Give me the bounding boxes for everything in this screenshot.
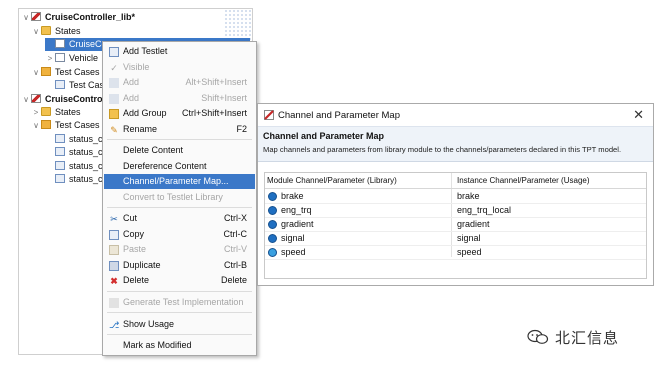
column-header-instance[interactable]: Instance Channel/Parameter (Usage) [457,173,590,189]
scissors-icon: ✂ [110,214,118,224]
collapse-arrow-icon[interactable]: ∨ [21,11,31,24]
duplicate-icon [109,261,119,271]
table-row[interactable]: eng_trq eng_trq_local [265,204,646,218]
delete-icon: ✖ [110,276,118,286]
menu-item-visible[interactable]: ✓ Visible [104,60,255,75]
menu-item-mark-as-modified[interactable]: Mark as Modified [104,338,255,353]
tree-node-test-case[interactable]: Test Cas [55,79,104,92]
test-file-icon [55,134,65,143]
testcase-icon [55,80,65,89]
column-header-module[interactable]: Module Channel/Parameter (Library) [267,173,397,189]
check-icon: ✓ [110,63,118,73]
tree-node-library-2[interactable]: ∨ CruiseControl [21,93,105,106]
usage-icon: ⎇ [109,320,120,330]
menu-item-cut[interactable]: ✂ Cut Ctrl-X [104,211,255,226]
header-divider [265,188,646,189]
menu-item-delete-content[interactable]: Delete Content [104,143,255,158]
tree-node-status-4[interactable]: status_cc [55,173,107,186]
add-icon [109,94,119,104]
menu-item-generate-test-implementation[interactable]: Generate Test Implementation [104,295,255,310]
add-testlet-icon [109,47,119,57]
mapping-table: Module Channel/Parameter (Library) Insta… [264,172,647,279]
model-icon [55,53,65,62]
tree-node-status-3[interactable]: status_cc [55,160,107,173]
generate-icon [109,298,119,308]
menu-item-channel-parameter-map[interactable]: Channel/Parameter Map... [104,174,255,189]
tree-node-status-2[interactable]: status_cc [55,146,107,159]
watermark-text: 北汇信息 [555,330,620,347]
model-icon [55,39,65,48]
dialog-title: Channel and Parameter Map [278,110,400,121]
expand-arrow-icon[interactable]: > [31,106,41,119]
menu-item-paste[interactable]: Paste Ctrl-V [104,242,255,257]
menu-item-add-testlet[interactable]: Add Testlet [104,44,255,59]
menu-item-convert-to-testlet-library[interactable]: Convert to Testlet Library [104,190,255,205]
wechat-icon [527,329,549,345]
test-file-icon [55,161,65,170]
paste-icon [109,245,119,255]
tree-node-states[interactable]: ∨ States [31,25,81,38]
table-row[interactable]: speed speed [265,246,646,260]
library-icon [31,94,41,103]
testcase-folder-icon [41,67,51,76]
tree-node-states-2[interactable]: > States [31,106,81,119]
copy-icon [109,230,119,240]
menu-item-delete[interactable]: ✖ Delete Delete [104,273,255,288]
menu-item-add-group[interactable]: Add Group Ctrl+Shift+Insert [104,106,255,121]
collapse-arrow-icon[interactable]: ∨ [31,25,41,38]
menu-item-dereference-content[interactable]: Dereference Content [104,159,255,174]
menu-item-add-1[interactable]: Add Alt+Shift+Insert [104,75,255,90]
menu-separator [107,312,252,313]
menu-separator [107,334,252,335]
channel-icon [268,192,277,201]
table-row[interactable]: brake brake [265,190,646,204]
tree-node-test-cases[interactable]: ∨ Test Cases [ [31,66,105,79]
menu-item-show-usage[interactable]: ⎇ Show Usage [104,317,255,332]
add-icon [109,78,119,88]
add-group-icon [109,109,119,119]
table-row[interactable]: signal signal [265,232,646,246]
table-row[interactable]: gradient gradient [265,218,646,232]
channel-icon [268,206,277,215]
channel-icon [268,248,277,257]
app-icon [264,110,274,120]
pencil-icon: ✎ [110,125,118,135]
menu-separator [107,291,252,292]
tree-node-status-1[interactable]: status_cc [55,133,107,146]
collapse-arrow-icon[interactable]: ∨ [31,66,41,79]
tree-node-test-cases-2[interactable]: ∨ Test Cases [ [31,119,105,132]
close-icon[interactable]: ✕ [633,107,644,123]
channel-icon [268,220,277,229]
folder-icon [41,107,51,116]
expand-arrow-icon[interactable]: > [45,52,55,65]
collapse-arrow-icon[interactable]: ∨ [31,119,41,132]
menu-item-add-2[interactable]: Add Shift+Insert [104,91,255,106]
test-file-icon [55,147,65,156]
channel-parameter-map-dialog: Channel and Parameter Map ✕ Channel and … [257,103,654,286]
tree-node-library[interactable]: ∨ CruiseController_lib* [21,11,135,24]
dialog-header-title: Channel and Parameter Map [263,131,385,141]
menu-item-duplicate[interactable]: Duplicate Ctrl-B [104,258,255,273]
tree-node-vehicle[interactable]: > Vehicle [45,52,98,65]
testcase-folder-icon [41,120,51,129]
menu-separator [107,139,252,140]
folder-icon [41,26,51,35]
menu-item-rename[interactable]: ✎ Rename F2 [104,122,255,137]
context-menu: Add Testlet ✓ Visible Add Alt+Shift+Inse… [102,41,257,356]
menu-separator [107,207,252,208]
library-icon [31,12,41,21]
channel-icon [268,234,277,243]
menu-item-copy[interactable]: Copy Ctrl-C [104,227,255,242]
dialog-header-description: Map channels and parameters from library… [263,145,622,154]
test-file-icon [55,174,65,183]
collapse-arrow-icon[interactable]: ∨ [21,93,31,106]
